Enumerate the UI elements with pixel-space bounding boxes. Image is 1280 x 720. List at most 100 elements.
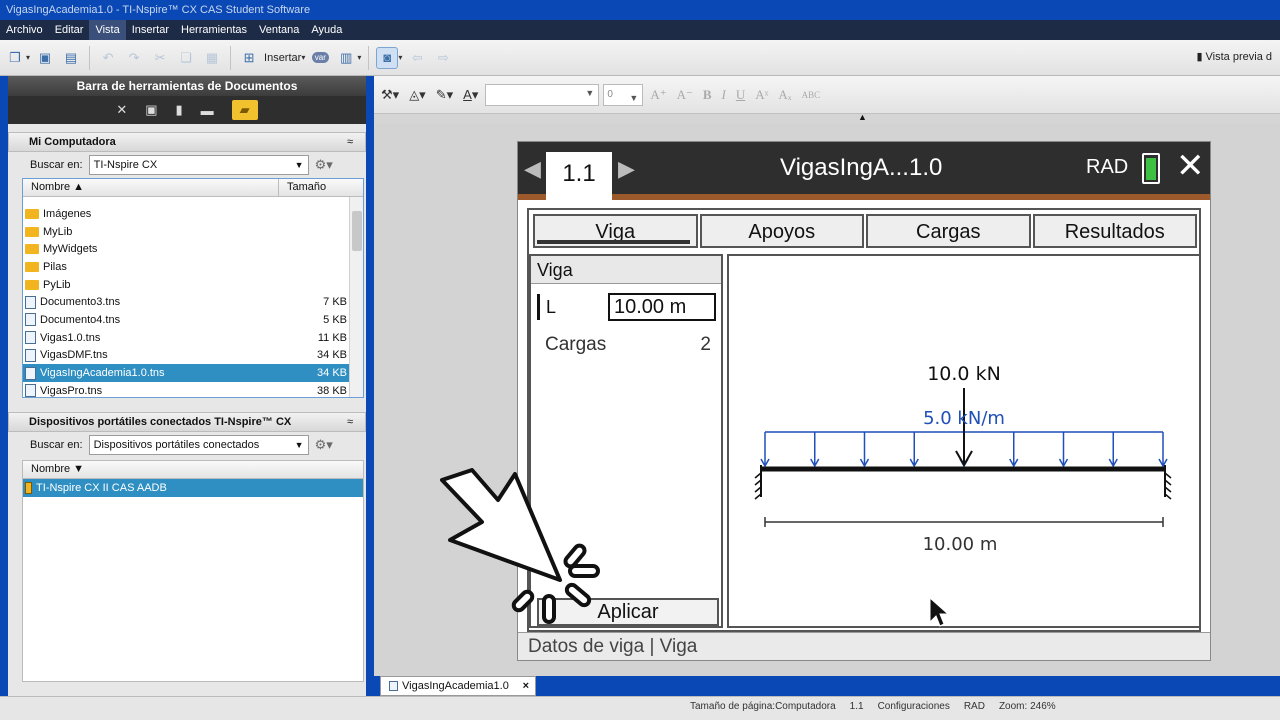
tab-resultados[interactable]: Resultados [1032,214,1197,248]
angle-mode: RAD [1086,156,1129,178]
status-page-size[interactable]: Tamaño de página:Computadora [690,701,836,712]
tab-viga[interactable]: Viga [533,214,698,248]
status-zoom[interactable]: Zoom: 246% [999,701,1056,712]
file-row[interactable]: VigasDMF.tns 34 KB [23,347,363,365]
file-row[interactable]: Documento4.tns 5 KB [23,311,363,329]
close-tab-icon[interactable]: × [523,677,529,695]
font-select[interactable]: ▼ [485,83,600,106]
app-frame: Viga Apoyos Cargas Resultados Viga L 10.… [527,208,1201,632]
subscript-icon[interactable]: Aₓ [775,87,794,103]
strikethrough-icon[interactable]: ABC [799,90,824,100]
underline-icon[interactable]: U [733,87,748,103]
screenshot-icon[interactable]: ◙ [376,46,399,69]
length-dimension-label: 10.00 m [923,534,998,555]
prev-page-icon[interactable]: ◀ [524,156,541,182]
open-icon[interactable]: ▣ [34,47,56,69]
insert-button[interactable]: Insertar [264,52,301,64]
menu-editar[interactable]: Editar [49,20,90,40]
increase-font-icon[interactable]: A⁺ [647,87,669,103]
file-row[interactable]: Imágenes [23,205,363,223]
page-sorter-icon[interactable]: ▣ [145,102,157,118]
handheld-icon[interactable]: ▮ [176,102,183,118]
tab-cargas[interactable]: Cargas [866,214,1031,248]
menu-herramientas[interactable]: Herramientas [175,20,253,40]
superscript-icon[interactable]: Aˣ [752,87,771,103]
save-icon[interactable]: ▤ [60,47,82,69]
copy-icon[interactable]: ❏ [175,47,197,69]
column-size[interactable]: Tamaño [279,179,349,196]
devices-header[interactable]: Dispositivos portátiles conectados TI-Ns… [8,412,366,432]
file-size: 34 KB [317,367,347,380]
font-size-select[interactable]: 0 ▼ [603,83,644,106]
back-arrow-icon[interactable]: ⇦ [406,47,428,69]
layout-icon[interactable]: ▥ [335,47,357,69]
collapse-icon[interactable]: ≈ [347,133,353,151]
line-color-icon[interactable]: ✎▾ [433,87,456,103]
handheld-icon [25,481,32,494]
device-row[interactable]: TI-Nspire CX II CAS AADB [23,479,363,497]
new-caret-icon[interactable]: ▾ [26,53,30,62]
text-color-icon[interactable]: A▾ [460,87,481,103]
paste-icon[interactable]: ▦ [201,47,223,69]
insert-caret-icon[interactable]: ▾ [301,53,305,62]
italic-icon[interactable]: I [719,87,729,103]
page-tab[interactable]: 1.1 [546,152,612,200]
insert-icon[interactable]: ⊞ [238,47,260,69]
chevron-down-icon: ▼ [294,160,304,170]
menu-ayuda[interactable]: Ayuda [305,20,348,40]
menu-insertar[interactable]: Insertar [126,20,175,40]
close-icon[interactable]: ✕ [1176,148,1205,184]
forward-arrow-icon[interactable]: ⇨ [432,47,454,69]
file-row[interactable]: MyWidgets [23,240,363,258]
file-row[interactable]: PyLib [23,276,363,294]
file-row[interactable]: Pilas [23,258,363,276]
my-computer-search-row: Buscar en: TI-Nspire CX ▼ ⚙▾ [8,152,366,178]
tools-icon[interactable]: ✕ [116,102,127,118]
click-ray [568,564,600,578]
redo-icon[interactable]: ↷ [123,47,145,69]
file-name-cell: MyWidgets [23,243,279,255]
file-row[interactable]: Documento3.tns 7 KB [23,293,363,311]
scrollbar-thumb[interactable] [352,211,362,251]
library-icon[interactable]: ▬ [201,103,214,118]
status-settings[interactable]: Configuraciones [878,701,950,712]
length-input[interactable]: 10.00 m [608,293,716,321]
bold-icon[interactable]: B [700,87,715,103]
menu-bar: Archivo Editar Vista Insertar Herramient… [0,20,1280,40]
content-explorer-icon[interactable]: ▰ [231,100,258,120]
devices-location-value: Dispositivos portátiles conectados [93,439,260,451]
file-row[interactable]: VigasIngAcademia1.0.tns 34 KB [23,364,363,382]
next-page-icon[interactable]: ▶ [618,156,635,182]
file-row[interactable]: MyLib [23,223,363,241]
scrollbar[interactable] [349,197,363,397]
layout-caret-icon[interactable]: ▾ [357,53,361,62]
menu-ventana[interactable]: Ventana [253,20,305,40]
my-computer-header[interactable]: Mi Computadora ≈ [8,132,366,152]
file-list: Nombre ▲ Tamaño Imágenes MyLib MyWidgets Pi… [22,178,364,398]
fill-color-icon[interactable]: ◬▾ [406,87,429,103]
undo-icon[interactable]: ↶ [97,47,119,69]
decrease-font-icon[interactable]: A⁻ [674,87,696,103]
gear-icon[interactable]: ⚙▾ [315,157,333,173]
caret-up-icon: ▲ [858,112,867,122]
new-document-icon[interactable]: ❐ [4,47,26,69]
column-name[interactable]: Nombre ▼ [23,461,279,478]
collapse-icon[interactable]: ≈ [347,413,353,431]
tools-icon[interactable]: ⚒▾ [378,87,402,103]
preview-button[interactable]: ▮ Vista previa d [1196,50,1272,63]
tab-apoyos[interactable]: Apoyos [699,214,864,248]
search-location-select[interactable]: TI-Nspire CX ▼ [88,155,309,175]
gear-icon[interactable]: ⚙▾ [315,437,333,453]
file-row[interactable]: VigasPro.tns 38 KB [23,382,363,400]
menu-archivo[interactable]: Archivo [0,20,49,40]
file-row[interactable]: Vigas1.0.tns 11 KB [23,329,363,347]
column-name[interactable]: Nombre ▲ [23,179,279,196]
var-button[interactable]: var [309,47,331,69]
loads-label: Cargas [545,334,607,355]
panel-title: Viga [531,256,721,284]
document-tab[interactable]: VigasIngAcademia1.0 × [380,676,536,696]
menu-vista[interactable]: Vista [89,20,126,40]
screenshot-caret-icon[interactable]: ▾ [398,53,402,62]
cut-icon[interactable]: ✂ [149,47,171,69]
devices-location-select[interactable]: Dispositivos portátiles conectados ▼ [88,435,309,455]
